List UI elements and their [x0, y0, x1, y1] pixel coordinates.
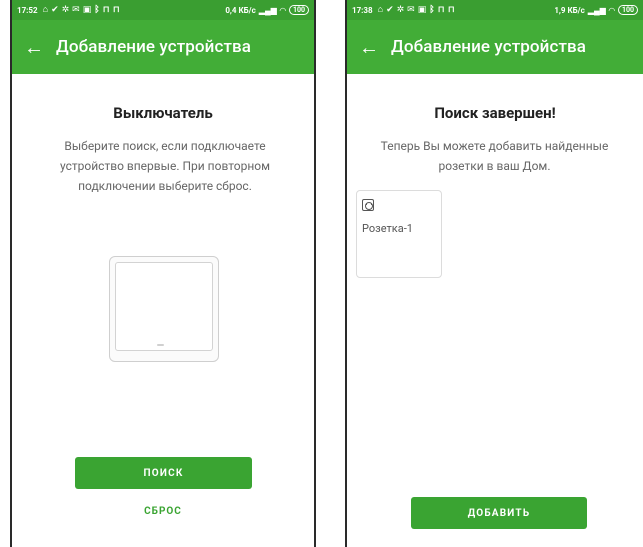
- status-bar: 17:38 ⌂ ✔ ✲ ✉ ▣ ᛒ ⊓ ⊓ 1,9 КБ/с ▂▄▆ ◠ 100: [347, 0, 643, 20]
- device-description: Выберите поиск, если подключаете устройс…: [60, 139, 270, 193]
- search-button[interactable]: ПОИСК: [75, 457, 252, 489]
- wifi-icon: ◠: [608, 5, 615, 15]
- back-arrow-icon[interactable]: ←: [347, 37, 391, 57]
- signal-icon: ▂▄▆: [258, 5, 277, 15]
- signal-icon: ▂▄▆: [587, 5, 606, 15]
- page-title: Добавление устройства: [391, 37, 587, 57]
- phone-screen-left: 17:52 ⌂ ✔ ✲ ✉ ▣ ᛒ ⊓ ⊓ 0,4 КБ/с ▂▄▆ ◠ 100…: [10, 0, 316, 547]
- search-complete-description: Теперь Вы можете добавить найденные розе…: [380, 139, 609, 173]
- device-title: Выключатель: [113, 104, 213, 122]
- reset-button[interactable]: СБРОС: [12, 506, 314, 517]
- check-circle-icon: ✔: [386, 5, 394, 15]
- gallery-icon: ▣: [82, 5, 92, 15]
- network-speed: 1,9 КБ/с: [554, 5, 585, 15]
- home-icon: ⌂: [42, 5, 49, 15]
- switch-illustration-icon: [109, 256, 219, 362]
- check-circle-icon: ✔: [51, 5, 59, 15]
- bluetooth-icon: ᛒ: [429, 5, 435, 15]
- trash-icon: ⊓: [102, 5, 110, 15]
- battery-indicator: 100: [288, 5, 309, 15]
- page-title: Добавление устройства: [56, 37, 252, 57]
- socket-icon: [362, 199, 374, 211]
- trash-icon: ⊓: [447, 5, 455, 15]
- trash-icon: ⊓: [437, 5, 445, 15]
- search-complete-title: Поиск завершен!: [434, 104, 556, 122]
- app-bar: ← Добавление устройства: [347, 20, 643, 74]
- network-speed: 0,4 КБ/с: [225, 5, 256, 15]
- gallery-icon: ▣: [417, 5, 427, 15]
- app-icon: ✲: [61, 5, 70, 15]
- wifi-icon: ◠: [279, 5, 286, 15]
- status-bar: 17:52 ⌂ ✔ ✲ ✉ ▣ ᛒ ⊓ ⊓ 0,4 КБ/с ▂▄▆ ◠ 100: [12, 0, 314, 20]
- add-button[interactable]: ДОБАВИТЬ: [411, 497, 587, 529]
- phone-screen-right: 17:38 ⌂ ✔ ✲ ✉ ▣ ᛒ ⊓ ⊓ 1,9 КБ/с ▂▄▆ ◠ 100…: [345, 0, 643, 547]
- bluetooth-icon: ᛒ: [94, 5, 100, 15]
- battery-indicator: 100: [617, 5, 638, 15]
- found-device-name: Розетка-1: [362, 222, 413, 235]
- status-time: 17:52: [17, 5, 38, 15]
- status-time: 17:38: [352, 5, 373, 15]
- mail-icon: ✉: [72, 5, 80, 15]
- app-bar: ← Добавление устройства: [12, 20, 314, 74]
- back-arrow-icon[interactable]: ←: [12, 37, 56, 57]
- found-device-card[interactable]: Розетка-1: [356, 190, 442, 278]
- home-icon: ⌂: [377, 5, 384, 15]
- trash-icon: ⊓: [112, 5, 120, 15]
- mail-icon: ✉: [407, 5, 415, 15]
- app-icon: ✲: [396, 5, 405, 15]
